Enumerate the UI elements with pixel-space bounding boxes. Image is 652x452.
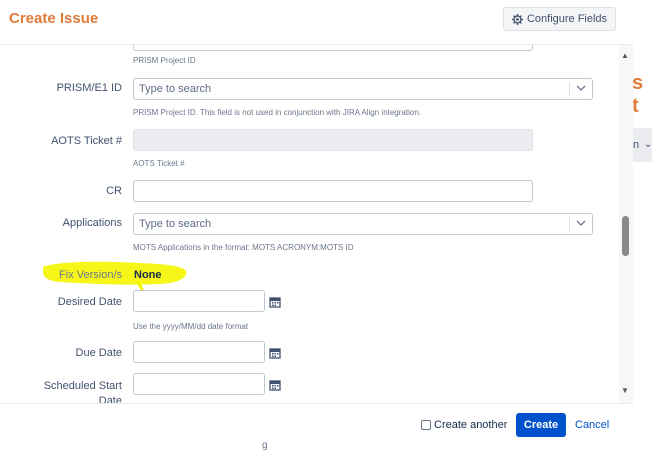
fix-version-value: None <box>134 269 162 281</box>
dialog-body: PRISM Project ID PRISM/E1 ID Type to sea… <box>0 45 633 403</box>
chevron-down-icon[interactable] <box>576 82 586 94</box>
cr-label: CR <box>106 185 122 197</box>
prism-e1-select[interactable]: Type to search <box>133 78 593 100</box>
background-bottom-strip <box>0 442 652 452</box>
cr-input[interactable] <box>133 180 533 202</box>
dialog-footer: Create another Create Cancel <box>0 403 633 442</box>
applications-placeholder: Type to search <box>139 218 212 230</box>
configure-fields-label: Configure Fields <box>526 13 608 25</box>
scheduled-start-label-line2: Date <box>98 395 122 403</box>
create-another-label: Create another <box>434 419 508 431</box>
select-divider <box>569 217 570 231</box>
scheduled-start-date-input[interactable] <box>133 373 265 395</box>
prism-e1-label: PRISM/E1 ID <box>56 82 122 94</box>
desired-date-input[interactable] <box>133 290 265 312</box>
calendar-icon[interactable] <box>269 296 281 308</box>
prism-e1-placeholder: Type to search <box>139 83 212 95</box>
due-date-label: Due Date <box>75 347 122 359</box>
applications-select[interactable]: Type to search <box>133 213 593 235</box>
calendar-icon[interactable] <box>269 347 281 359</box>
chevron-down-icon: ⌄ <box>644 139 652 150</box>
scrollbar-thumb[interactable] <box>622 216 629 256</box>
calendar-icon[interactable] <box>269 379 281 391</box>
scroll-up-arrow-icon[interactable]: ▲ <box>621 51 629 60</box>
prism-project-id-desc: PRISM Project ID <box>133 56 196 65</box>
applications-desc: MOTS Applications in the format: MOTS AC… <box>133 243 354 252</box>
gear-icon <box>511 13 523 25</box>
aots-ticket-desc: AOTS Ticket # <box>133 159 185 168</box>
prism-project-id-input[interactable] <box>133 45 533 51</box>
configure-fields-button[interactable]: Configure Fields <box>503 7 616 31</box>
background-tab-text: n <box>633 139 640 151</box>
create-issue-dialog: Create Issue Configure Fields PRISM Proj… <box>0 0 633 442</box>
create-button[interactable]: Create <box>516 413 566 437</box>
due-date-input[interactable] <box>133 341 265 363</box>
create-another-toggle[interactable]: Create another <box>421 419 507 431</box>
dialog-title: Create Issue <box>9 10 99 27</box>
scroll-down-arrow-icon[interactable]: ▼ <box>621 386 629 395</box>
prism-e1-desc: PRISM Project ID. This field is not used… <box>133 108 421 117</box>
scheduled-start-label-line1: Scheduled Start <box>43 380 122 392</box>
background-heading: s t <box>632 72 644 117</box>
scheduled-start-date-label: Scheduled Start Date <box>4 379 122 403</box>
desired-date-desc: Use the yyyy/MM/dd date format <box>133 322 249 331</box>
chevron-down-icon[interactable] <box>576 217 586 229</box>
fix-version-label: Fix Version/s <box>59 269 122 281</box>
cancel-link[interactable]: Cancel <box>575 419 609 431</box>
dialog-header: Create Issue Configure Fields <box>0 0 633 45</box>
create-another-checkbox[interactable] <box>421 420 431 430</box>
select-divider <box>569 82 570 96</box>
desired-date-label: Desired Date <box>57 296 122 308</box>
aots-ticket-input[interactable] <box>133 129 533 151</box>
applications-label: Applications <box>62 217 122 229</box>
aots-ticket-label: AOTS Ticket # <box>51 135 122 147</box>
